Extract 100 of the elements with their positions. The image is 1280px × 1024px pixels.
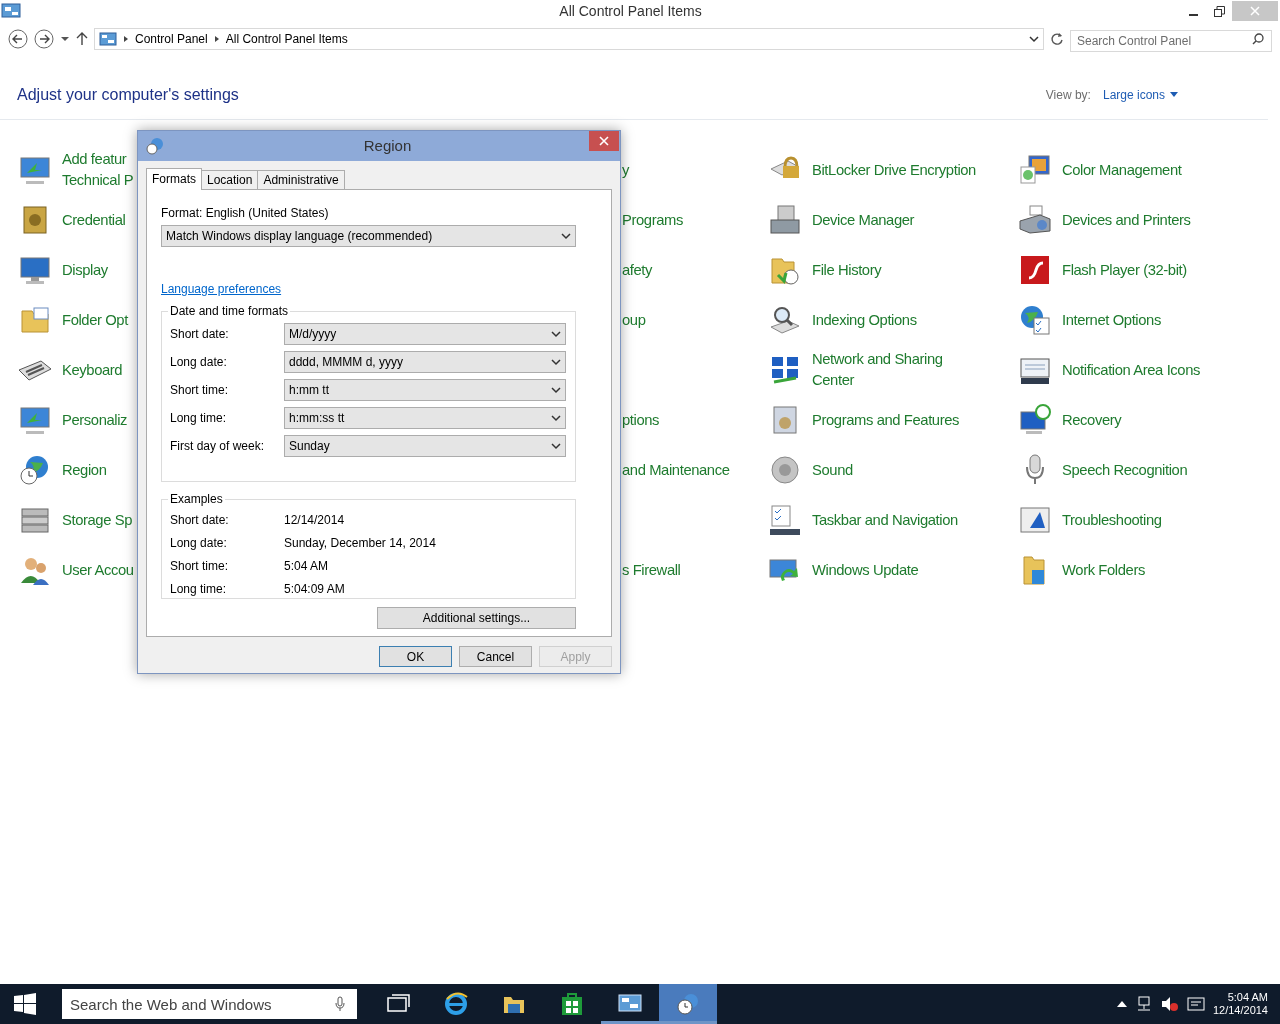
- monitor-icon: [1018, 403, 1052, 437]
- window-title: All Control Panel Items: [558, 1, 703, 21]
- item-link[interactable]: Programs and Features: [812, 409, 960, 431]
- caret-icon: [1170, 92, 1178, 97]
- item-link[interactable]: Programs: [622, 209, 683, 231]
- item-link[interactable]: Folder Opt: [62, 309, 128, 331]
- address-field[interactable]: Control Panel All Control Panel Items: [94, 28, 1044, 50]
- search-field[interactable]: Search Control Panel: [1070, 30, 1272, 52]
- speaker-icon: [768, 453, 802, 487]
- control-panel-icon: [99, 32, 117, 46]
- app-icon: [1, 3, 21, 19]
- flash-icon: [1018, 253, 1052, 287]
- page-heading: Adjust your computer's settings: [17, 84, 240, 105]
- item-link[interactable]: ptions: [622, 409, 660, 431]
- checklist-icon: [768, 503, 802, 537]
- item-link[interactable]: BitLocker Drive Encryption: [812, 159, 976, 181]
- monitor-icon: [1018, 153, 1052, 187]
- item-link[interactable]: and Maintenance: [622, 459, 730, 481]
- example-value: 5:04:09 AM: [284, 580, 346, 598]
- breadcrumb-item[interactable]: All Control Panel Items: [225, 30, 348, 48]
- chevron-right-icon: [123, 35, 129, 43]
- item-link[interactable]: Keyboard: [62, 359, 123, 381]
- format-dropdown[interactable]: Sunday: [284, 435, 566, 457]
- up-button[interactable]: [76, 32, 88, 46]
- chevron-icon[interactable]: [1029, 35, 1039, 43]
- item-link[interactable]: Taskbar and Navigation: [812, 509, 958, 531]
- item-link[interactable]: y: [622, 159, 629, 181]
- taskbar-search-field[interactable]: Search the Web and Windows: [62, 989, 357, 1019]
- item-link[interactable]: oup: [622, 309, 646, 331]
- item-link[interactable]: Troubleshooting: [1062, 509, 1162, 531]
- item-link[interactable]: User Accou: [62, 559, 134, 581]
- message-icon[interactable]: [1186, 997, 1205, 1011]
- chevron-right-icon: [213, 35, 220, 43]
- item-link[interactable]: Windows Update: [812, 559, 919, 581]
- tab[interactable]: Formats: [146, 168, 202, 190]
- chevron-icon: [551, 330, 561, 338]
- dialog-button[interactable]: OK: [379, 646, 452, 667]
- field-label: Short time:: [170, 557, 230, 575]
- item-link[interactable]: Speech Recognition: [1062, 459, 1188, 481]
- item-link[interactable]: Devices and Printers: [1062, 209, 1191, 231]
- chevron-icon: [551, 442, 561, 450]
- field-label: Short time:: [170, 382, 230, 399]
- language-preferences-link[interactable]: Language preferences: [161, 280, 282, 298]
- format-dropdown[interactable]: M/d/yyyy: [284, 323, 566, 345]
- format-dropdown[interactable]: h:mm tt: [284, 379, 566, 401]
- field-label: Long date:: [170, 354, 228, 371]
- chevron-icon: [551, 414, 561, 422]
- muted-speaker-icon[interactable]: [1160, 996, 1179, 1012]
- breadcrumb-item[interactable]: Control Panel: [135, 30, 208, 48]
- search-icon: [1252, 33, 1264, 45]
- item-link[interactable]: Indexing Options: [812, 309, 917, 331]
- format-label: Format: English (United States): [161, 205, 330, 222]
- tab[interactable]: Administrative: [257, 170, 345, 189]
- item-link[interactable]: File History: [812, 259, 882, 281]
- field-label: Long time:: [170, 410, 228, 427]
- forward-button[interactable]: [34, 29, 54, 49]
- item-link[interactable]: s Firewall: [622, 559, 681, 581]
- example-value: 5:04 AM: [284, 557, 330, 575]
- item-link[interactable]: afety: [622, 259, 653, 281]
- globe-clock-icon: [144, 136, 166, 156]
- view-by-dropdown[interactable]: Large icons: [1102, 85, 1178, 104]
- field-label: Short date:: [170, 511, 230, 529]
- example-value: 12/14/2014: [284, 511, 346, 529]
- view-by-label: View by:: [1045, 86, 1091, 104]
- item-link[interactable]: Flash Player (32-bit): [1062, 259, 1187, 281]
- dialog-button[interactable]: Cancel: [459, 646, 532, 667]
- dialog-title: Region: [362, 135, 413, 156]
- item-link[interactable]: Display: [62, 259, 108, 281]
- item-link[interactable]: Sound: [812, 459, 853, 481]
- close-button[interactable]: [589, 131, 619, 151]
- example-value: Sunday, December 14, 2014: [284, 534, 437, 552]
- recent-dropdown[interactable]: [60, 35, 70, 43]
- item-link[interactable]: Credential: [62, 209, 126, 231]
- format-dropdown[interactable]: dddd, MMMM d, yyyy: [284, 351, 566, 373]
- item-link[interactable]: Device Manager: [812, 209, 915, 231]
- windows-logo-icon: [14, 993, 36, 1015]
- field-label: Short date:: [170, 326, 230, 343]
- item-link[interactable]: Region: [62, 459, 107, 481]
- item-link[interactable]: Storage Sp: [62, 509, 133, 531]
- format-dropdown[interactable]: Match Windows display language (recommended): [161, 225, 576, 247]
- item-link[interactable]: Network and Sharing Center: [812, 349, 943, 391]
- additional-settings-button[interactable]: Additional settings...: [377, 607, 576, 629]
- refresh-button[interactable]: [1050, 32, 1064, 46]
- item-link[interactable]: Color Management: [1062, 159, 1182, 181]
- item-link[interactable]: Work Folders: [1062, 559, 1145, 581]
- store-icon: [559, 991, 585, 1017]
- item-link[interactable]: Internet Options: [1062, 309, 1161, 331]
- restore-icon: [1213, 5, 1225, 17]
- globe-clock-icon: [675, 991, 701, 1017]
- item-link[interactable]: Personaliz: [62, 409, 128, 431]
- printer-icon: [1018, 203, 1052, 237]
- clock[interactable]: 5:04 AM 12/14/2014: [1212, 991, 1268, 1017]
- back-button[interactable]: [8, 29, 28, 49]
- format-dropdown[interactable]: h:mm:ss tt: [284, 407, 566, 429]
- group-title: Date and time formats: [169, 304, 290, 318]
- minimize-icon: [1188, 13, 1198, 16]
- item-link[interactable]: Add featur Technical P: [62, 149, 134, 191]
- item-link[interactable]: Recovery: [1062, 409, 1122, 431]
- caret-up-icon[interactable]: [1116, 1001, 1127, 1007]
- item-link[interactable]: Notification Area Icons: [1062, 359, 1201, 381]
